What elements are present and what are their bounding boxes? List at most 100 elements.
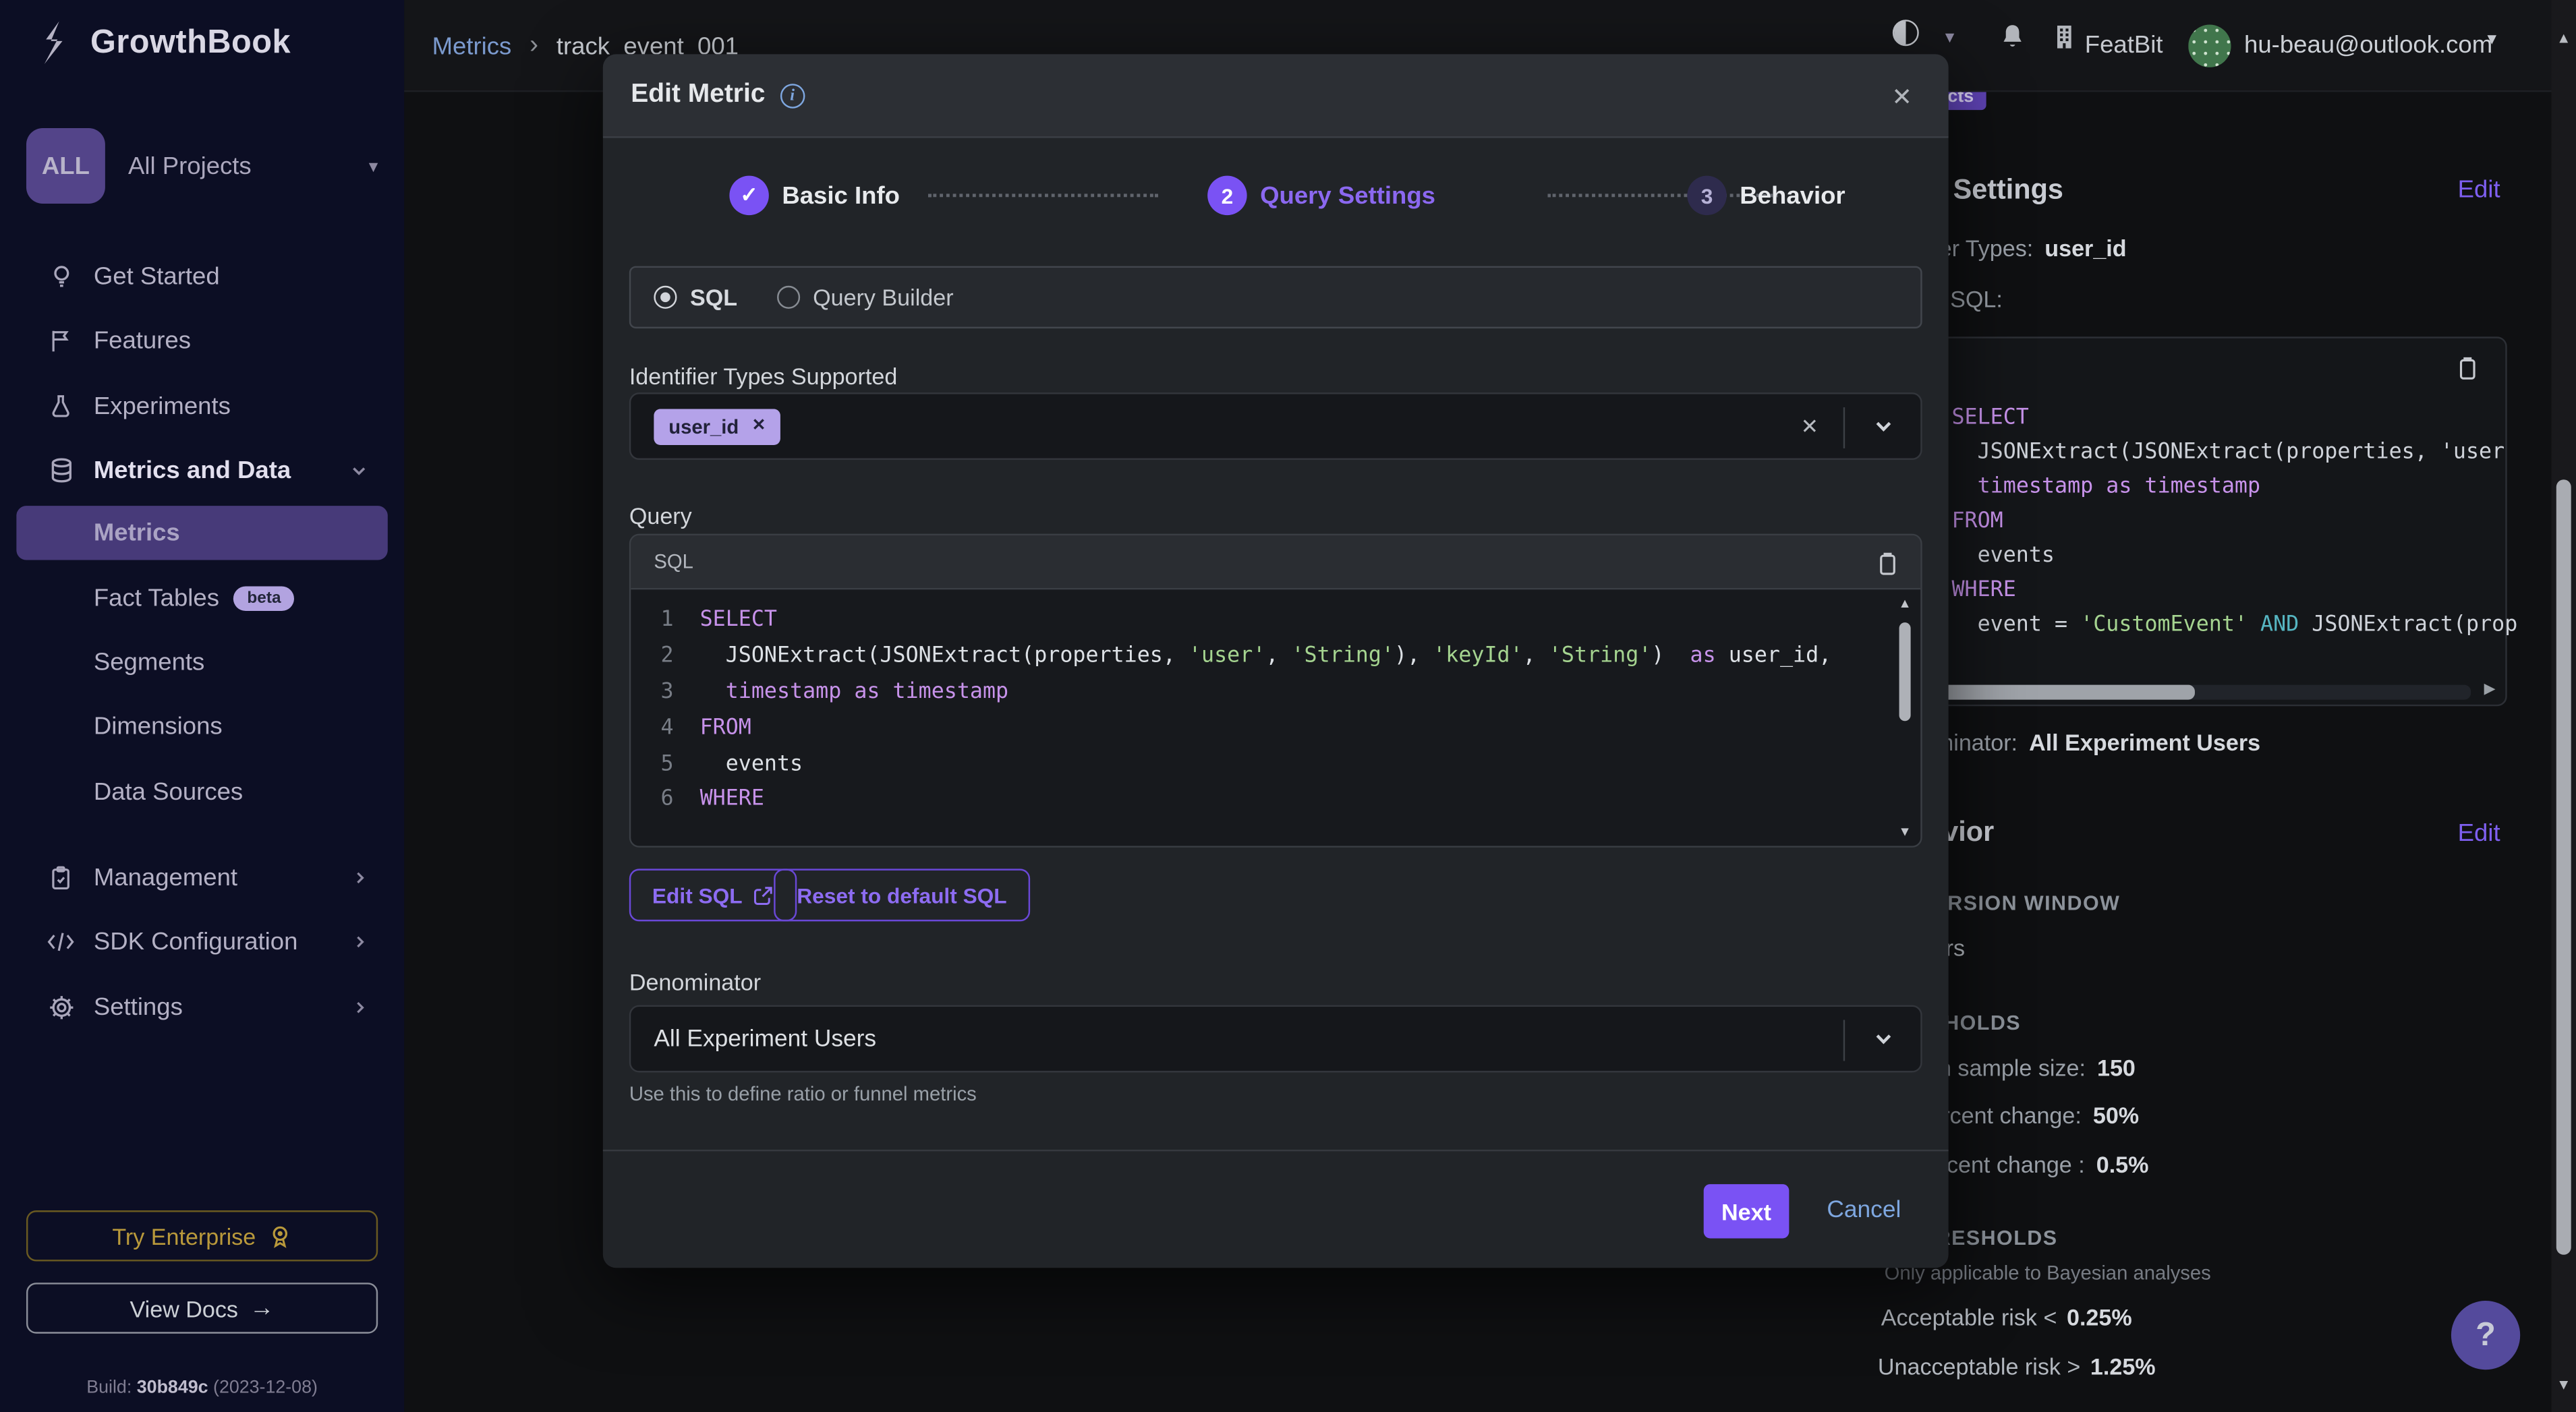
clipboard-check-icon [45, 863, 78, 891]
sql-editor-panel: SQL ▲ ▼ 1SELECT2 JSONExtract(JSONExtract… [629, 534, 1922, 848]
query-settings-edit-link[interactable]: Edit [2458, 176, 2500, 204]
caret-down-icon[interactable]: ▾ [2487, 28, 2496, 49]
building-icon [2052, 23, 2077, 51]
copy-icon[interactable] [2455, 353, 2556, 383]
editor-scrollbar[interactable]: ▲ ▼ [1894, 596, 1916, 839]
identifier-types-select[interactable]: user_id ✕ ✕ [629, 392, 1922, 460]
sidebar-item-label: SDK Configuration [94, 927, 298, 955]
step-2-label[interactable]: Query Settings [1260, 182, 1435, 210]
info-icon[interactable]: i [780, 83, 805, 108]
sidebar-item-get-started[interactable]: Get Started [0, 253, 404, 299]
sidebar-item-label: Data Sources [94, 777, 243, 805]
sidebar-item-label: Metrics [94, 519, 180, 547]
scroll-down-arrow-icon[interactable]: ▼ [2551, 1376, 2576, 1392]
sidebar-item-settings[interactable]: Settings [0, 984, 404, 1030]
theme-toggle-icon[interactable] [1893, 20, 1919, 46]
code-icon [45, 929, 78, 953]
sql-editor-header: SQL [631, 535, 1920, 589]
project-badge: ALL [26, 128, 105, 204]
copy-icon[interactable] [1874, 548, 1901, 578]
sql-line: 6WHERE [631, 782, 1920, 817]
edit-sql-button[interactable]: Edit SQL [629, 869, 797, 921]
try-enterprise-button[interactable]: Try Enterprise [26, 1210, 378, 1262]
sql-line: 3 timestamp as timestamp [631, 674, 1920, 710]
cancel-button[interactable]: Cancel [1827, 1198, 1901, 1224]
identifier-types-label: Identifier Types Supported [629, 363, 897, 389]
footer-divider [603, 1150, 1949, 1151]
sidebar-item-segments[interactable]: Segments [0, 639, 404, 684]
sql-editor-body[interactable]: ▲ ▼ 1SELECT2 JSONExtract(JSONExtract(pro… [631, 589, 1920, 847]
query-mode-radio-group: SQL Query Builder [629, 266, 1922, 329]
sql-line: 1SELECT [631, 603, 1920, 639]
project-selector[interactable]: ALL All Projects ▾ [26, 128, 378, 204]
sidebar-item-features[interactable]: Features [0, 317, 404, 363]
chevron-down-icon[interactable] [1873, 415, 1895, 437]
breadcrumb-metrics-link[interactable]: Metrics [432, 32, 512, 59]
radio-query-builder-label[interactable]: Query Builder [813, 284, 953, 310]
growthbook-logo[interactable]: GrowthBook [36, 20, 291, 65]
behavior-edit-link[interactable]: Edit [2458, 819, 2500, 847]
step-1-circle[interactable]: ✓ [729, 176, 768, 215]
bell-icon[interactable] [1998, 22, 2028, 53]
page-scrollbar-thumb[interactable] [2556, 479, 2571, 1255]
gear-icon [45, 993, 78, 1020]
next-button[interactable]: Next [1704, 1184, 1790, 1238]
chevron-right-icon [351, 998, 368, 1016]
scroll-up-arrow-icon[interactable]: ▲ [2551, 30, 2576, 46]
sidebar-item-metrics[interactable]: Metrics [16, 506, 387, 560]
radio-query-builder[interactable] [777, 286, 800, 309]
scroll-up-arrow-icon[interactable]: ▲ [1894, 596, 1916, 611]
step-2-circle[interactable]: 2 [1207, 176, 1247, 215]
denominator-select[interactable]: All Experiment Users [629, 1005, 1922, 1073]
scroll-right-arrow-icon[interactable]: ▶ [2484, 680, 2496, 698]
radio-sql-label[interactable]: SQL [690, 284, 737, 310]
flag-icon [45, 326, 78, 353]
app-title: GrowthBook [90, 24, 291, 61]
page-scrollbar-track[interactable]: ▲ ▼ [2551, 0, 2576, 1412]
sql-line: event = 'CustomEvent' AND JSONExtract(pr… [1951, 608, 2517, 642]
scroll-down-arrow-icon[interactable]: ▼ [1894, 825, 1916, 840]
radio-sql[interactable] [654, 286, 677, 309]
view-docs-label: View Docs [130, 1295, 238, 1321]
denominator-help-text: Use this to define ratio or funnel metri… [629, 1082, 977, 1105]
build-info: Build: 30b849c (2023-12-08) [0, 1378, 404, 1397]
avatar[interactable] [2188, 25, 2231, 67]
sidebar-item-label: Get Started [94, 262, 220, 289]
app-root: GrowthBook ALL All Projects ▾ Get Starte… [0, 0, 2576, 1412]
sql-line: timestamp as timestamp [1951, 470, 2517, 504]
arrow-right-icon: → [250, 1294, 275, 1322]
project-selector-label: All Projects [128, 152, 369, 179]
sidebar-item-management[interactable]: Management [0, 854, 404, 900]
caret-down-icon[interactable]: ▾ [1945, 26, 1954, 48]
modal-header: Edit Metric i ✕ [603, 54, 1949, 138]
sidebar-item-fact-tables[interactable]: Fact Tables beta [0, 575, 404, 620]
close-icon[interactable]: ✕ [1891, 82, 1912, 112]
sidebar-item-label: Features [94, 326, 191, 353]
chevron-down-icon[interactable] [1873, 1028, 1895, 1050]
clear-icon[interactable]: ✕ [1801, 414, 1819, 440]
select-divider [1843, 407, 1845, 448]
reset-sql-button[interactable]: Reset to default SQL [774, 869, 1030, 921]
user-email[interactable]: hu-beau@outlook.com [2244, 31, 2492, 59]
beta-badge: beta [234, 585, 294, 610]
sidebar-item-data-sources[interactable]: Data Sources [0, 769, 404, 815]
org-name[interactable]: FeatBit [2085, 31, 2163, 59]
query-label: Query [629, 502, 692, 529]
sidebar-item-label: Metrics and Data [94, 456, 291, 483]
remove-tag-icon[interactable]: ✕ [752, 417, 766, 436]
help-button[interactable]: ? [2451, 1301, 2520, 1370]
caret-down-icon: ▾ [369, 155, 378, 177]
step-3-circle[interactable]: 3 [1687, 176, 1726, 215]
editor-scrollbar-thumb[interactable] [1899, 622, 1911, 721]
flask-icon [45, 392, 78, 419]
sidebar-item-dimensions[interactable]: Dimensions [0, 703, 404, 748]
sidebar-item-experiments[interactable]: Experiments [0, 382, 404, 428]
step-3-label[interactable]: Behavior [1740, 182, 1845, 210]
denominator-selected-value: All Experiment Users [654, 1026, 876, 1052]
sidebar-item-sdk-configuration[interactable]: SDK Configuration [0, 918, 404, 964]
sql-editor-header-label: SQL [654, 550, 693, 573]
step-1-label[interactable]: Basic Info [782, 182, 900, 210]
view-docs-button[interactable]: View Docs → [26, 1283, 378, 1334]
sidebar-item-metrics-and-data[interactable]: Metrics and Data [0, 446, 404, 492]
sidebar-item-label: Dimensions [94, 712, 223, 740]
